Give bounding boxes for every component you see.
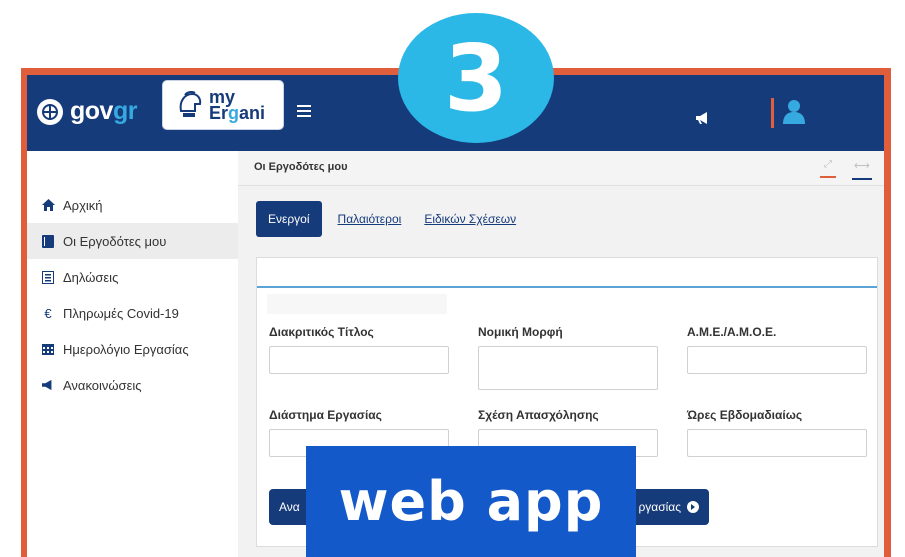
panel-placeholder-bar — [267, 294, 447, 314]
sidebar-item-my-employers[interactable]: Οι Εργοδότες μου — [27, 223, 238, 259]
field-label: Α.Μ.Ε./Α.Μ.Ο.Ε. — [687, 325, 777, 339]
field-label: Διάστημα Εργασίας — [269, 408, 382, 422]
web-app-caption: web app — [306, 446, 636, 557]
list-icon — [41, 270, 55, 284]
sidebar-item-label: Οι Εργοδότες μου — [63, 233, 167, 249]
book-icon — [41, 234, 55, 248]
sidebar-item-covid-payments[interactable]: € Πληρωμές Covid-19 — [27, 295, 238, 331]
weekly-hours-input[interactable] — [687, 429, 867, 457]
field-label: Σχέση Απασχόλησης — [478, 408, 599, 422]
content-header: Οι Εργοδότες μου ⤢ ⟷ — [238, 151, 884, 186]
megaphone-icon — [41, 378, 55, 392]
sidebar-item-label: Ημερολόγιο Εργασίας — [63, 341, 189, 357]
govgr-wordmark: govgr — [70, 97, 137, 125]
tab-special-relations[interactable]: Ειδικών Σχέσεων — [424, 212, 516, 226]
home-icon — [41, 198, 55, 212]
user-icon[interactable] — [781, 98, 807, 124]
sidebar-item-label: Ανακοινώσεις — [63, 377, 142, 393]
myergani-logo[interactable]: my Ergani — [162, 80, 284, 130]
sidebar-item-label: Δηλώσεις — [63, 269, 119, 285]
field-label: Ώρες Εβδομαδιαίως — [687, 408, 803, 422]
ame-amoe-input[interactable] — [687, 346, 867, 374]
page-title: Οι Εργοδότες μου — [254, 161, 348, 173]
govgr-logo[interactable]: govgr — [37, 97, 137, 126]
field-label: Νομική Μορφή — [478, 325, 563, 339]
sidebar-item-work-calendar[interactable]: Ημερολόγιο Εργασίας — [27, 331, 238, 367]
legal-form-select[interactable] — [478, 346, 658, 390]
sidebar-item-announcements[interactable]: Ανακοινώσεις — [27, 367, 238, 403]
logo-ergani-text: Ergani — [209, 103, 266, 123]
govgr-emblem-icon — [37, 98, 63, 125]
sidebar-item-label: Αρχική — [63, 197, 103, 213]
field-label: Διακριτικός Τίτλος — [269, 325, 374, 339]
tab-active[interactable]: Ενεργοί — [256, 201, 322, 237]
work-details-button-label: ργασίας — [638, 500, 681, 514]
arrow-right-circle-icon — [687, 501, 699, 513]
calendar-icon — [41, 342, 55, 356]
tab-older[interactable]: Παλαιότεροι — [338, 212, 402, 226]
panel-divider — [257, 286, 877, 288]
header-separator — [771, 98, 774, 128]
helmet-icon — [179, 91, 202, 117]
employer-tabs: Ενεργοί Παλαιότεροι Ειδικών Σχέσεων — [256, 201, 539, 237]
arrows-icon[interactable]: ⟷ — [852, 157, 872, 180]
search-button-label: Ανα — [279, 500, 300, 514]
expand-icon[interactable]: ⤢ — [820, 157, 836, 178]
euro-icon: € — [44, 305, 52, 321]
sidebar-item-declarations[interactable]: Δηλώσεις — [27, 259, 238, 295]
distinctive-title-input[interactable] — [269, 346, 449, 374]
step-number-badge: 3 — [398, 13, 554, 143]
megaphone-icon[interactable] — [695, 111, 711, 125]
sidebar: Αρχική Οι Εργοδότες μου Δηλώσεις € Πληρω… — [27, 187, 238, 557]
hamburger-icon[interactable] — [297, 105, 311, 120]
sidebar-item-home[interactable]: Αρχική — [27, 187, 238, 223]
sidebar-item-label: Πληρωμές Covid-19 — [63, 305, 179, 321]
